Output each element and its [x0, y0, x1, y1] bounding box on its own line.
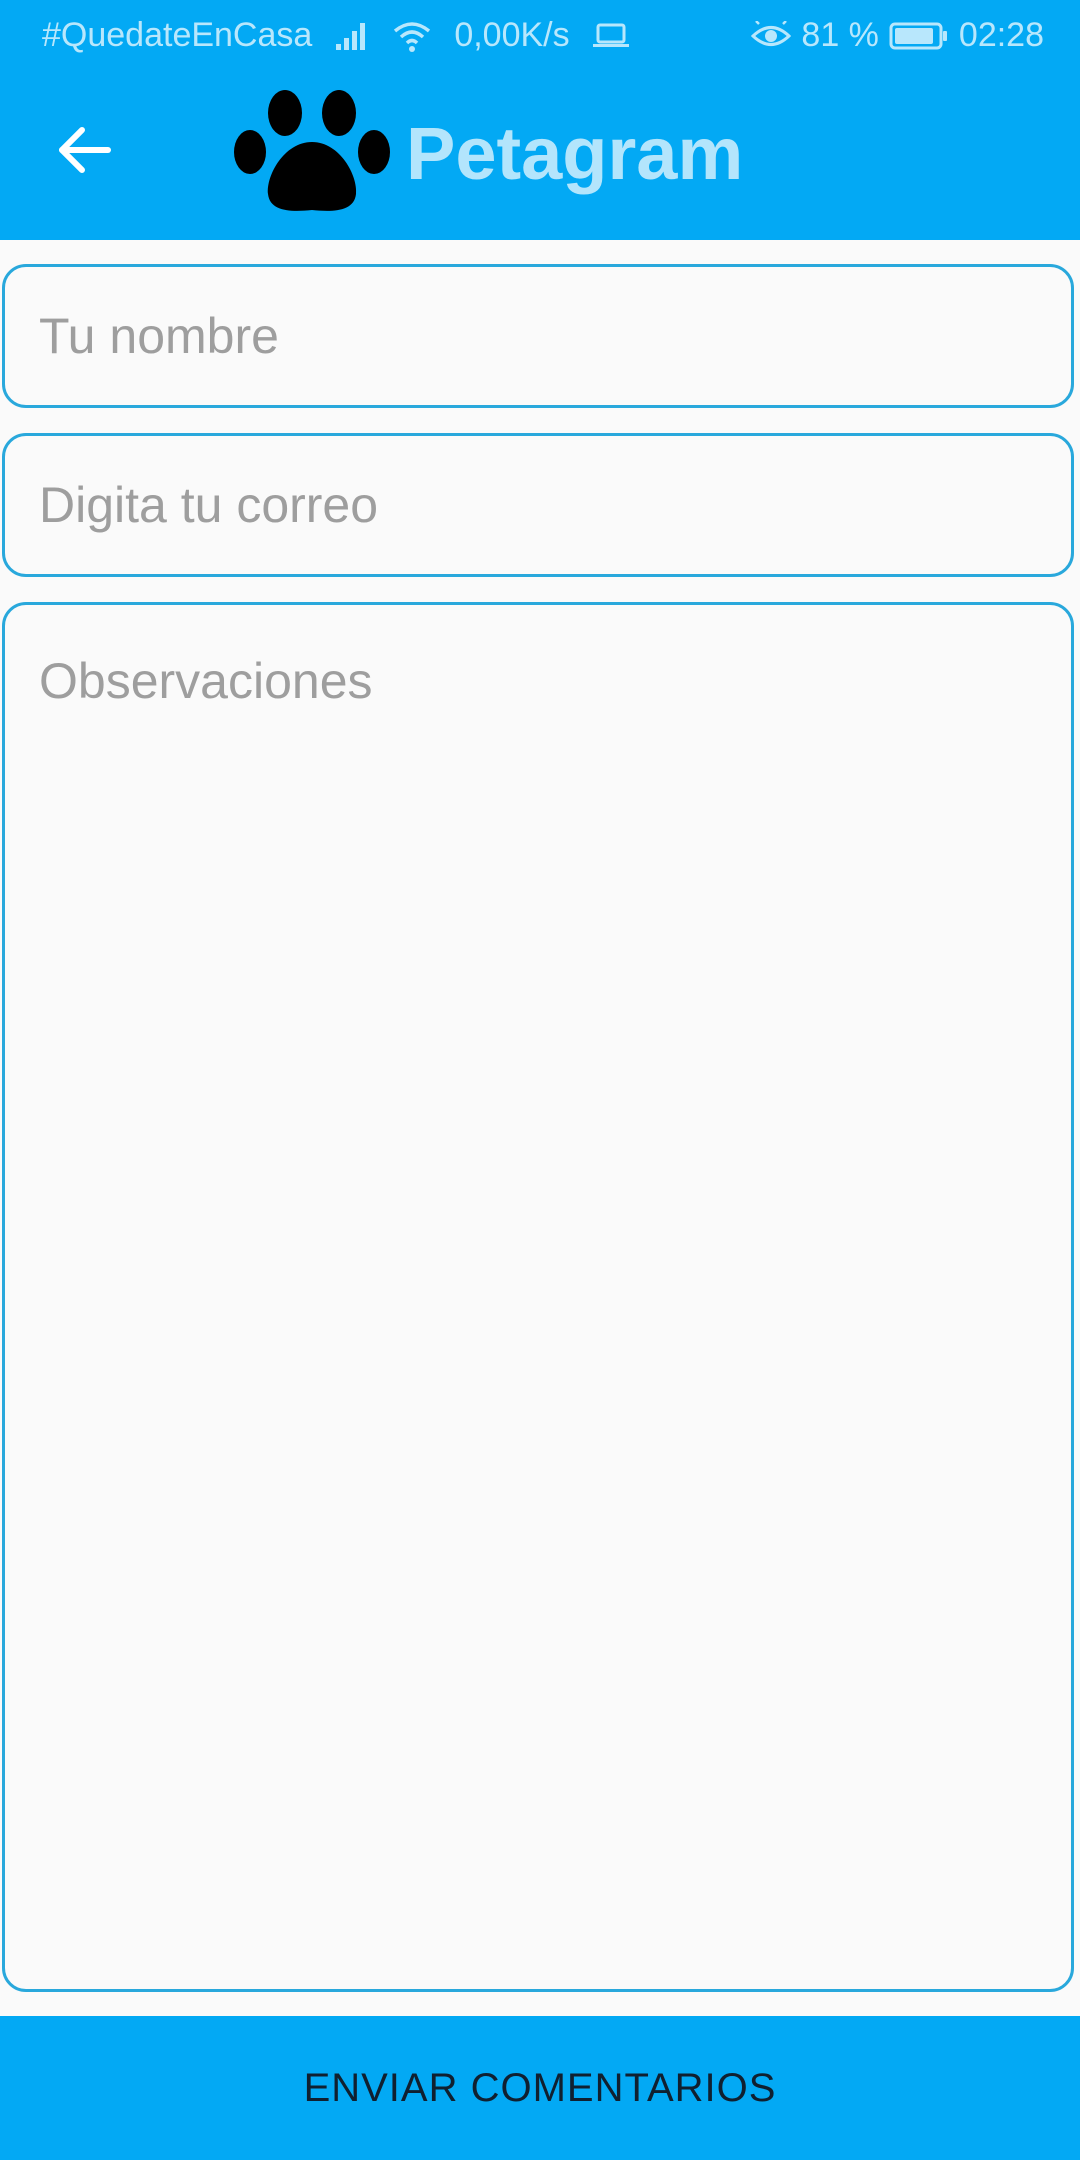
paw-icon	[232, 86, 392, 216]
battery-icon	[889, 21, 949, 51]
laptop-icon	[592, 21, 630, 51]
status-bar-left: #QuedateEnCasa 0,00K/s	[42, 16, 630, 55]
status-bar: #QuedateEnCasa 0,00K/s 81 % 02:28	[0, 0, 1080, 72]
app-bar: Petagram	[0, 72, 1080, 240]
clock-time: 02:28	[958, 16, 1044, 54]
arrow-left-icon	[56, 125, 112, 180]
network-speed: 0,00K/s	[454, 16, 570, 54]
observations-input[interactable]	[2, 602, 1074, 1992]
carrier-text: #QuedateEnCasa	[42, 16, 313, 54]
status-bar-right: 81 % 02:28	[751, 16, 1044, 55]
eye-icon	[751, 20, 792, 51]
battery-percent: 81 %	[801, 16, 879, 54]
back-button[interactable]	[44, 112, 124, 192]
signal-icon	[334, 20, 370, 52]
send-comments-button[interactable]: ENVIAR COMENTARIOS	[0, 2016, 1080, 2160]
app-title: Petagram	[406, 112, 744, 195]
name-input[interactable]	[2, 264, 1074, 408]
wifi-icon	[392, 19, 432, 53]
email-input[interactable]	[2, 433, 1074, 577]
